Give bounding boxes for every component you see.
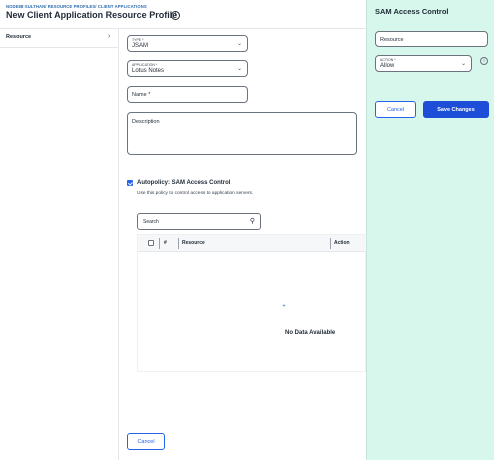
- action-select[interactable]: ACTION * Allow ⌄: [375, 55, 472, 72]
- panel-title: SAM Access Control: [375, 7, 449, 16]
- name-input[interactable]: Name *: [127, 86, 248, 103]
- nav-item-label: Resource: [6, 34, 32, 40]
- breadcrumb[interactable]: NODE88-SULTHAN/ RESOURCE PROFILES/ CLIEN…: [6, 4, 147, 9]
- chevron-down-icon: ⌄: [236, 41, 242, 47]
- name-placeholder: Name *: [132, 92, 151, 98]
- column-header-number[interactable]: #: [164, 240, 167, 246]
- save-changes-button[interactable]: Save Changes: [423, 101, 489, 118]
- application-value: Lotus Notes: [132, 68, 165, 74]
- column-header-resource[interactable]: Resource: [182, 240, 205, 246]
- chevron-down-icon: ⌄: [460, 61, 466, 67]
- info-icon[interactable]: i: [480, 57, 488, 65]
- search-input[interactable]: Search ⚲: [137, 213, 261, 230]
- action-value: Allow: [380, 63, 395, 69]
- empty-state-text: No Data Available: [285, 330, 336, 336]
- cancel-button[interactable]: Cancel: [127, 433, 165, 450]
- resource-placeholder: Resource: [380, 37, 404, 43]
- chevron-right-icon: ›: [108, 33, 111, 40]
- select-all-checkbox[interactable]: [148, 240, 154, 246]
- type-value: JSAM: [132, 43, 149, 49]
- description-textarea[interactable]: Description: [127, 112, 357, 155]
- type-select[interactable]: TYPE * JSAM ⌄: [127, 35, 248, 52]
- column-separator: [178, 238, 179, 249]
- chevron-down-icon: ⌄: [236, 66, 242, 72]
- table-header: # Resource Action: [138, 235, 367, 252]
- resource-input[interactable]: Resource: [375, 31, 488, 47]
- sam-access-control-panel: SAM Access Control Resource ACTION * All…: [366, 0, 494, 460]
- empty-state-icon: [282, 304, 286, 307]
- nav-item-resource[interactable]: Resource ›: [0, 29, 119, 48]
- left-nav: Resource ›: [0, 29, 119, 460]
- info-icon[interactable]: i: [171, 11, 180, 20]
- column-separator: [330, 238, 331, 249]
- application-label: APPLICATION *: [132, 63, 158, 67]
- column-header-action[interactable]: Action: [334, 240, 350, 246]
- autopolicy-label: Autopolicy: SAM Access Control: [137, 180, 231, 186]
- search-placeholder: Search: [143, 219, 159, 225]
- description-placeholder: Description: [132, 119, 160, 125]
- page-title: New Client Application Resource Profile: [6, 10, 178, 20]
- type-label: TYPE *: [132, 38, 144, 42]
- panel-cancel-button[interactable]: Cancel: [375, 101, 416, 118]
- page-header: NODE88-SULTHAN/ RESOURCE PROFILES/ CLIEN…: [0, 0, 366, 29]
- resource-table: # Resource Action: [137, 234, 367, 372]
- action-label: ACTION *: [380, 58, 396, 62]
- application-select[interactable]: APPLICATION * Lotus Notes ⌄: [127, 60, 248, 77]
- column-separator: [159, 238, 160, 249]
- autopolicy-description: Use this policy to control access to app…: [137, 191, 254, 196]
- search-icon[interactable]: ⚲: [250, 217, 255, 225]
- autopolicy-checkbox[interactable]: [127, 180, 133, 186]
